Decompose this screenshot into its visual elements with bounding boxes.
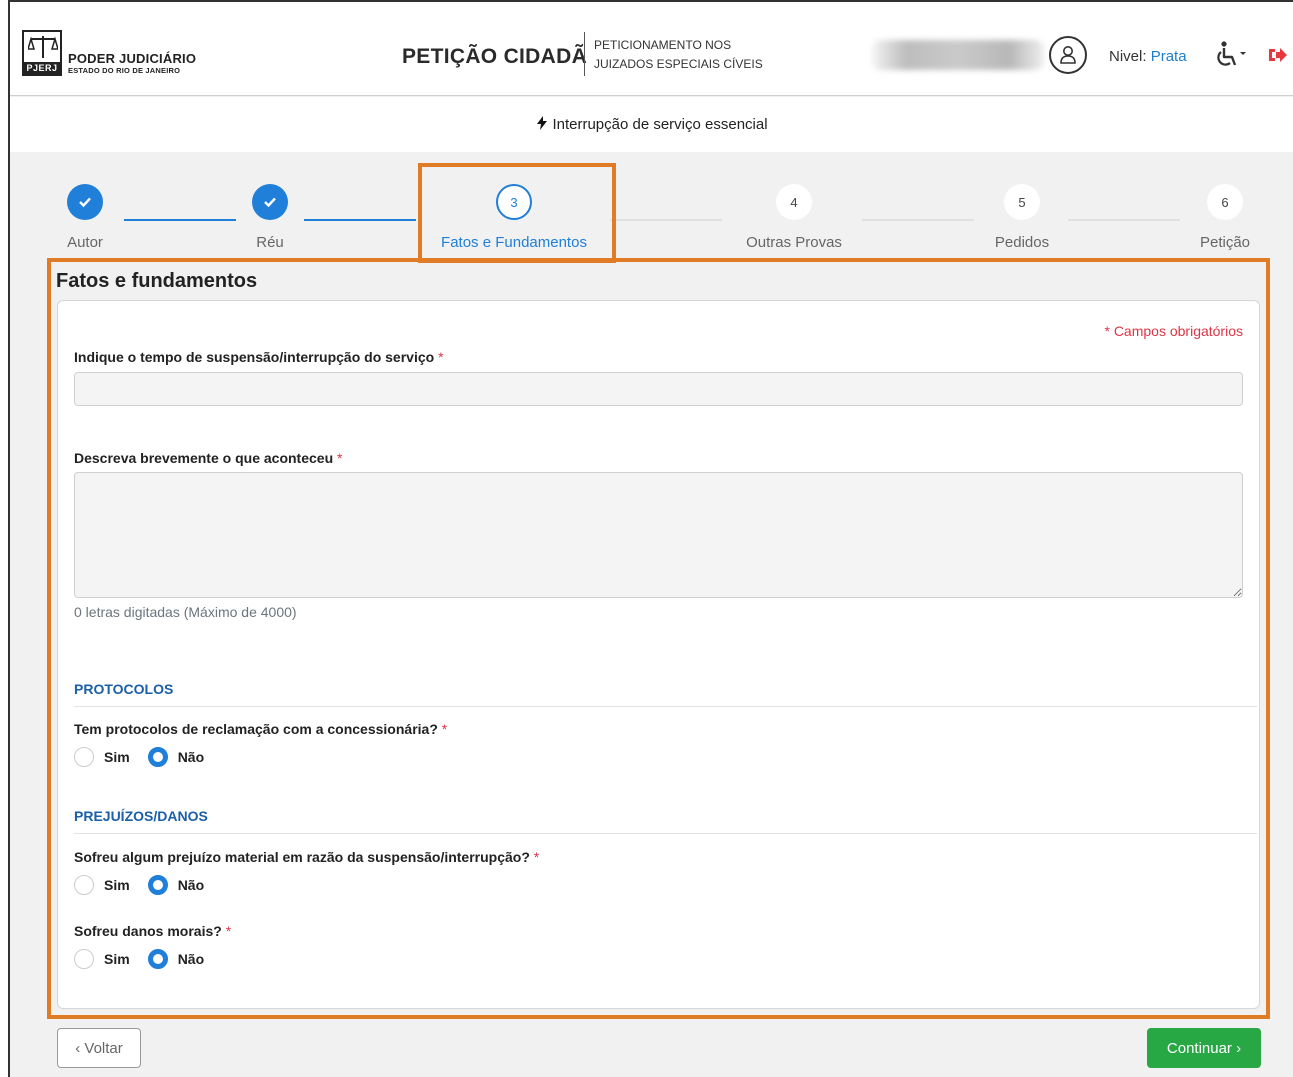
step-connector [124, 219, 236, 221]
logo-line1: PODER JUDICIÁRIO [68, 50, 197, 66]
highlight-box-step [418, 163, 616, 263]
user-level: Nivel: Prata [1109, 48, 1187, 65]
check-icon [67, 184, 103, 220]
nivel-label: Nivel: [1109, 48, 1147, 65]
continue-button[interactable]: Continuar › [1147, 1028, 1261, 1068]
user-circle-icon[interactable] [1049, 36, 1087, 74]
check-icon [252, 184, 288, 220]
app-window: PJERJ PODER JUDICIÁRIO ESTADO DO RIO DE … [8, 0, 1293, 1077]
app-subtitle-line2: JUIZADOS ESPECIAIS CÍVEIS [594, 57, 763, 71]
app-subtitle: PETICIONAMENTO NOS JUIZADOS ESPECIAIS CÍ… [594, 36, 763, 74]
step-reu[interactable]: Réu [235, 184, 305, 251]
step-number: 6 [1207, 184, 1243, 220]
pjerj-logo[interactable]: PJERJ PODER JUDICIÁRIO ESTADO DO RIO DE … [22, 30, 196, 76]
step-connector [610, 219, 722, 221]
step-number: 5 [1004, 184, 1040, 220]
logo-line2: ESTADO DO RIO DE JANEIRO [68, 65, 181, 75]
title-divider [584, 32, 585, 76]
back-button[interactable]: ‹ Voltar [57, 1028, 141, 1068]
step-connector [304, 219, 416, 221]
scales-of-justice-icon: PJERJ [22, 30, 62, 76]
step-label: Petição [1199, 234, 1251, 251]
step-pedidos[interactable]: 5 Pedidos [977, 184, 1067, 251]
highlight-box-form [47, 258, 1270, 1019]
step-number: 4 [776, 184, 812, 220]
step-connector [862, 219, 974, 221]
step-label: Pedidos [994, 234, 1050, 251]
sign-out-icon[interactable] [1268, 46, 1288, 66]
service-type-banner: Interrupção de serviço essencial [10, 97, 1293, 152]
app-subtitle-line1: PETICIONAMENTO NOS [594, 38, 732, 52]
nivel-value: Prata [1150, 48, 1187, 65]
user-name-redacted [872, 40, 1044, 70]
step-outras-provas[interactable]: 4 Outras Provas [724, 184, 864, 251]
wheelchair-icon[interactable] [1213, 40, 1247, 70]
bolt-icon [537, 115, 548, 134]
step-label: Réu [256, 234, 284, 251]
step-label: Outras Provas [746, 234, 842, 251]
step-label: Autor [67, 234, 103, 251]
service-type-text: Interrupção de serviço essencial [552, 116, 768, 133]
progress-stepper: Autor Réu 3 Fatos e Fundamentos 4 Outras… [10, 152, 1293, 262]
app-title: PETIÇÃO CIDADÃ [402, 45, 588, 68]
top-header: PJERJ PODER JUDICIÁRIO ESTADO DO RIO DE … [10, 2, 1293, 96]
logo-abbr: PJERJ [24, 62, 60, 74]
step-autor[interactable]: Autor [50, 184, 120, 251]
step-connector [1068, 219, 1180, 221]
step-peticao[interactable]: 6 Petição [1185, 184, 1265, 251]
